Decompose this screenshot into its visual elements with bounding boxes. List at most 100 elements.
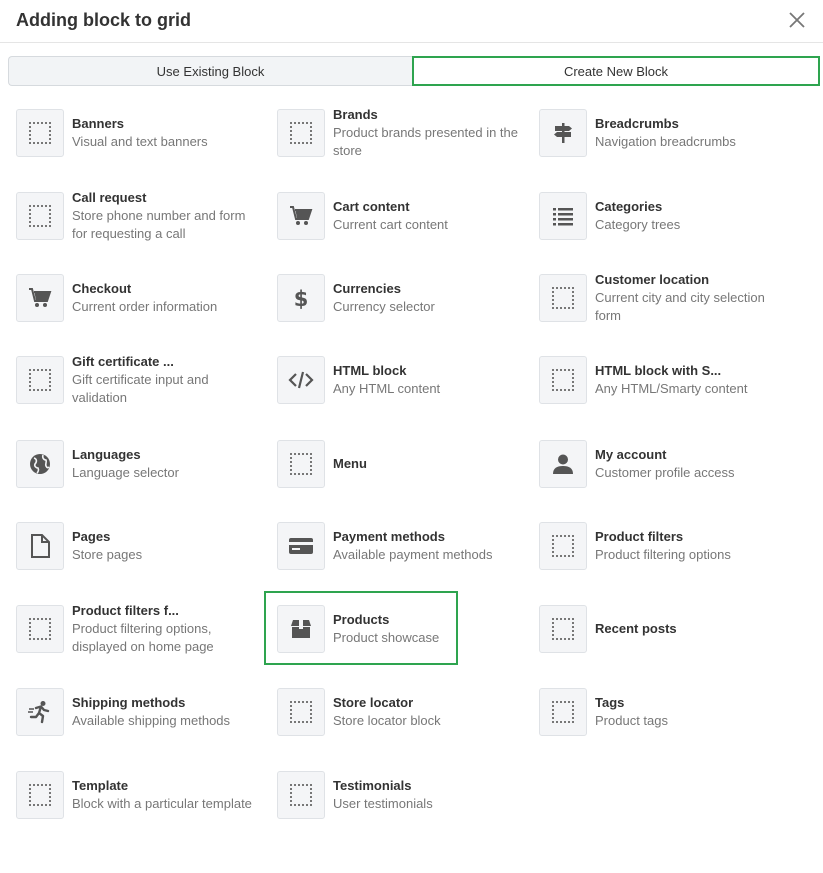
block-description: Current city and city selection form: [595, 290, 765, 323]
credit-card-icon: [277, 522, 325, 570]
block-item-pages[interactable]: Pages Store pages: [16, 522, 266, 582]
list-icon: [539, 192, 587, 240]
block-name: Pages: [72, 529, 111, 544]
block-name: Languages: [72, 447, 141, 462]
block-text: Call request Store phone number and form …: [72, 189, 257, 243]
block-description: Current order information: [72, 299, 218, 314]
block-name: Gift certificate ...: [72, 354, 174, 369]
code-icon: [277, 356, 325, 404]
block-item-tags[interactable]: Tags Product tags: [539, 688, 789, 748]
runner-icon: [16, 688, 64, 736]
block-name: Payment methods: [333, 529, 445, 544]
block-item-testimonials[interactable]: Testimonials User testimonials: [277, 771, 527, 831]
block-item-store-locator[interactable]: Store locator Store locator block: [277, 688, 527, 748]
block-name: HTML block: [333, 363, 407, 378]
dialog-header: Adding block to grid: [0, 0, 823, 43]
block-text: Product filters f... Product filtering op…: [72, 602, 257, 656]
block-item-customer-location[interactable]: Customer location Current city and city s…: [539, 272, 789, 334]
placeholder-icon: [277, 109, 325, 157]
block-name: Menu: [333, 456, 367, 471]
block-item-my-account[interactable]: My account Customer profile access: [539, 440, 789, 500]
placeholder-icon: [16, 771, 64, 819]
block-text: Recent posts: [595, 620, 780, 638]
block-item-call-request[interactable]: Call request Store phone number and form …: [16, 189, 266, 252]
block-name: Call request: [72, 190, 147, 205]
block-description: Any HTML/Smarty content: [595, 381, 748, 396]
placeholder-icon: [277, 771, 325, 819]
block-item-template[interactable]: Template Block with a particular template: [16, 771, 266, 831]
placeholder-icon: [277, 440, 325, 488]
block-name: Recent posts: [595, 621, 677, 636]
block-description: Block with a particular template: [72, 796, 252, 811]
block-item-banners[interactable]: Banners Visual and text banners: [16, 109, 266, 169]
block-item-breadcrumbs[interactable]: Breadcrumbs Navigation breadcrumbs: [539, 109, 789, 169]
globe-icon: [16, 440, 64, 488]
block-item-cart-content[interactable]: Cart content Current cart content: [277, 192, 527, 252]
block-description: Gift certificate input and validation: [72, 372, 209, 405]
placeholder-icon: [539, 522, 587, 570]
block-item-currencies[interactable]: $ Currencies Currency selector: [277, 274, 527, 334]
block-name: Currencies: [333, 281, 401, 296]
block-description: Customer profile access: [595, 465, 735, 480]
block-description: Product filtering options, displayed on …: [72, 621, 214, 654]
block-name: Brands: [333, 107, 378, 122]
block-name: Cart content: [333, 199, 410, 214]
block-description: Product tags: [595, 713, 668, 728]
block-text: Template Block with a particular template: [72, 777, 257, 813]
block-description: Category trees: [595, 217, 681, 232]
block-item-product-filters-f[interactable]: Product filters f... Product filtering op…: [16, 602, 266, 665]
block-item-products[interactable]: Products Product showcase: [277, 605, 527, 665]
block-item-html-block-with-s[interactable]: HTML block with S... Any HTML/Smarty cont…: [539, 356, 789, 416]
block-text: Gift certificate ... Gift certificate inp…: [72, 353, 257, 407]
block-description: Store pages: [72, 547, 143, 562]
block-text: Brands Product brands presented in the st…: [333, 106, 518, 160]
block-item-categories[interactable]: Categories Category trees: [539, 192, 789, 252]
block-item-languages[interactable]: Languages Language selector: [16, 440, 266, 500]
block-text: Store locator Store locator block: [333, 694, 518, 730]
block-name: Banners: [72, 116, 125, 131]
close-icon: [789, 12, 805, 28]
block-name: Categories: [595, 199, 663, 214]
block-text: My account Customer profile access: [595, 446, 780, 482]
block-text: Testimonials User testimonials: [333, 777, 518, 813]
block-item-html-block[interactable]: HTML block Any HTML content: [277, 356, 527, 416]
block-description: Language selector: [72, 465, 179, 480]
block-text: HTML block with S... Any HTML/Smarty cont…: [595, 362, 780, 398]
block-text: Menu: [333, 455, 518, 473]
block-item-recent-posts[interactable]: Recent posts: [539, 605, 789, 665]
block-name: HTML block with S...: [595, 363, 722, 378]
block-name: Customer location: [595, 272, 710, 287]
block-description: Any HTML content: [333, 381, 441, 396]
block-item-payment-methods[interactable]: Payment methods Available payment methods: [277, 522, 527, 582]
block-description: Currency selector: [333, 299, 435, 314]
block-text: Categories Category trees: [595, 198, 780, 234]
block-item-shipping-methods[interactable]: Shipping methods Available shipping metho…: [16, 688, 266, 748]
tab-use-existing-block[interactable]: Use Existing Block: [8, 56, 412, 86]
close-button[interactable]: [786, 9, 808, 31]
block-item-checkout[interactable]: Checkout Current order information: [16, 274, 266, 334]
block-description: Navigation breadcrumbs: [595, 134, 736, 149]
svg-text:$: $: [294, 287, 309, 310]
block-description: Product showcase: [333, 630, 440, 645]
block-text: Pages Store pages: [72, 528, 257, 564]
tab-create-new-block[interactable]: Create New Block: [412, 56, 820, 86]
placeholder-icon: [539, 356, 587, 404]
block-text: Languages Language selector: [72, 446, 257, 482]
dollar-icon: $: [277, 274, 325, 322]
block-name: Tags: [595, 695, 625, 710]
block-item-brands[interactable]: Brands Product brands presented in the st…: [277, 106, 527, 169]
block-description: Visual and text banners: [72, 134, 208, 149]
block-item-product-filters[interactable]: Product filters Product filtering options: [539, 522, 789, 582]
placeholder-icon: [539, 688, 587, 736]
block-name: Breadcrumbs: [595, 116, 679, 131]
block-item-gift-certificate[interactable]: Gift certificate ... Gift certificate inp…: [16, 353, 266, 416]
block-text: HTML block Any HTML content: [333, 362, 518, 398]
placeholder-icon: [16, 109, 64, 157]
block-item-menu[interactable]: Menu: [277, 440, 527, 500]
block-text: Banners Visual and text banners: [72, 115, 257, 151]
signpost-icon: [539, 109, 587, 157]
block-name: Product filters: [595, 529, 684, 544]
block-text: Products Product showcase: [333, 611, 518, 647]
box-icon: [277, 605, 325, 653]
placeholder-icon: [539, 274, 587, 322]
